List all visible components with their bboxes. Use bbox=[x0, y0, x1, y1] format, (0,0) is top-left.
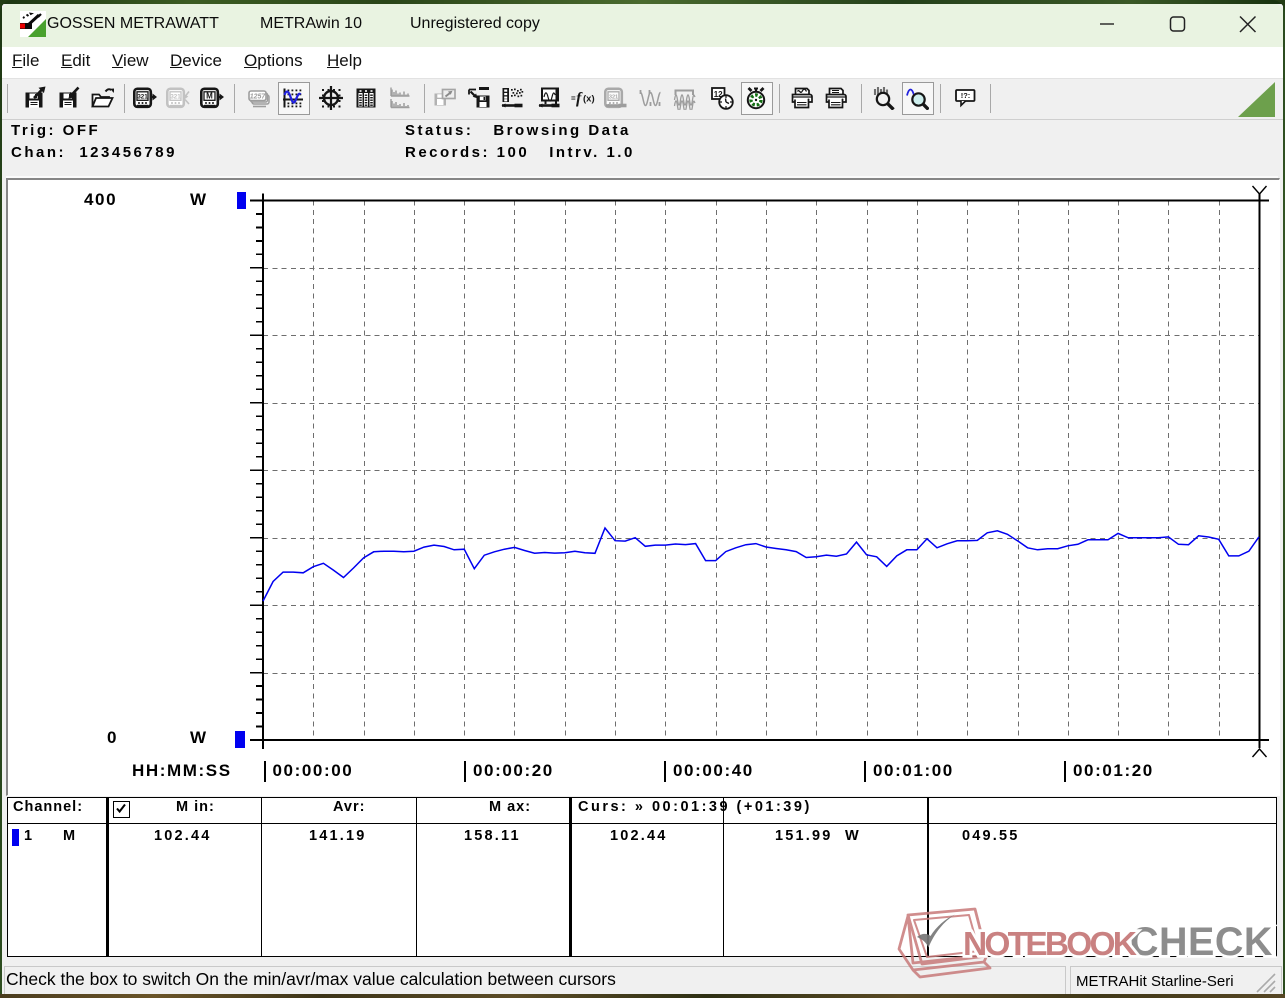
svg-text:321: 321 bbox=[170, 94, 181, 101]
svg-text:CHECK: CHECK bbox=[1130, 920, 1273, 964]
svg-text:M: M bbox=[206, 92, 213, 101]
svg-text:321: 321 bbox=[609, 95, 618, 101]
svg-text:NOTEBOOK: NOTEBOOK bbox=[963, 926, 1137, 963]
svg-text:(x): (x) bbox=[583, 94, 595, 105]
svg-text:f: f bbox=[576, 90, 583, 107]
svg-text:!?:: !?: bbox=[961, 91, 971, 100]
svg-text:321: 321 bbox=[137, 94, 148, 101]
svg-text:1257: 1257 bbox=[250, 94, 267, 101]
